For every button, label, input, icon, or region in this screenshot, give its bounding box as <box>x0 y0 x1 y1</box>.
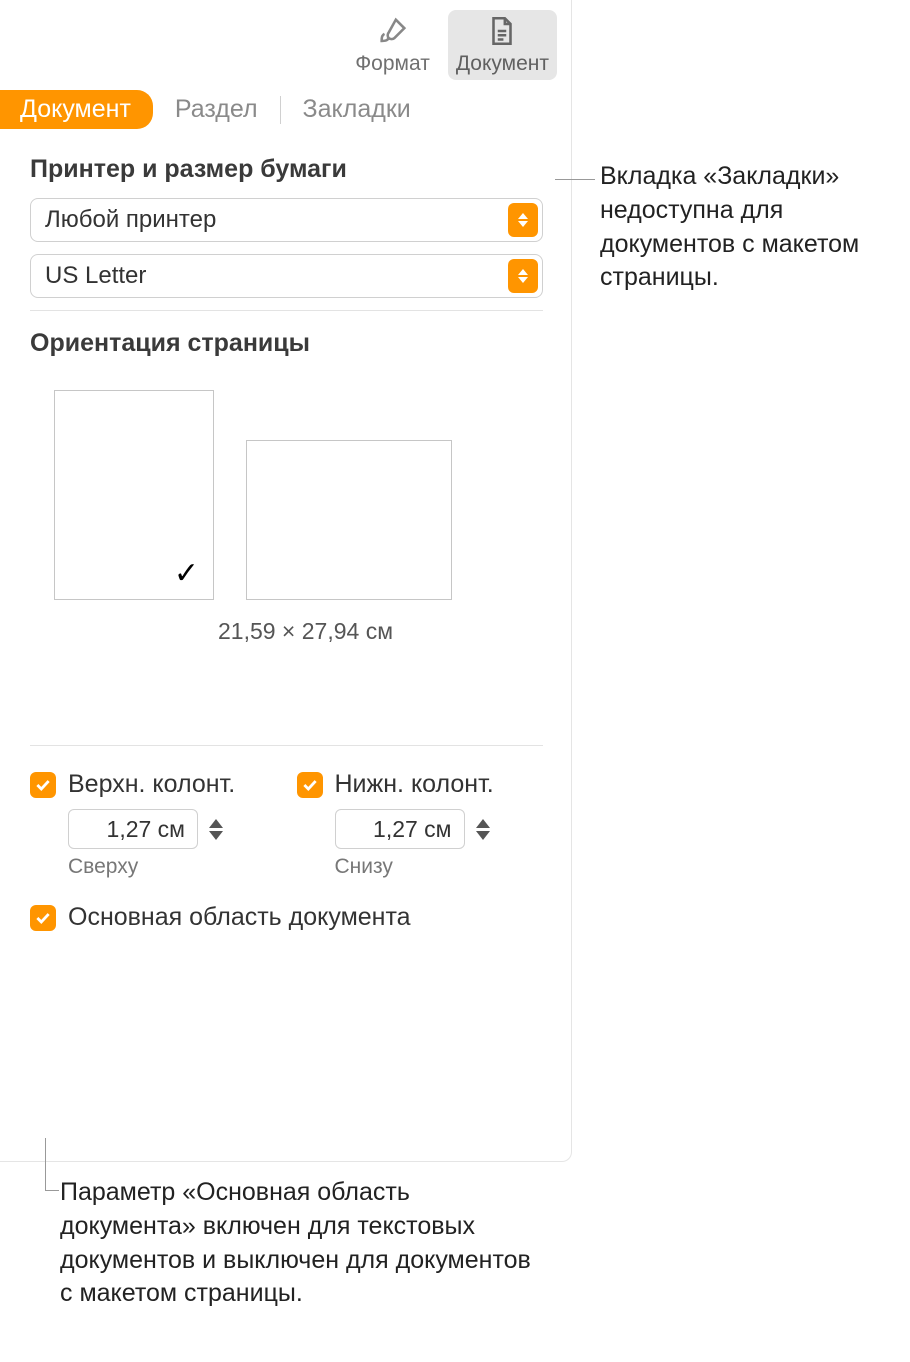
stepper-up-icon[interactable] <box>209 819 223 828</box>
callout-line <box>555 179 595 180</box>
body-checkbox[interactable] <box>30 905 56 931</box>
stepper-arrows <box>204 819 228 840</box>
footer-margin-stepper <box>335 809 505 849</box>
format-label: Формат <box>355 52 430 76</box>
orientation-options: ✓ <box>0 372 571 604</box>
document-label: Документ <box>456 52 549 76</box>
footer-checkbox[interactable] <box>297 772 323 798</box>
header-label: Верхн. колонт. <box>68 770 235 799</box>
header-checkbox-row: Верхн. колонт. <box>30 770 277 799</box>
page-dimensions: 21,59 × 27,94 см <box>0 618 571 645</box>
callout-body: Параметр «Основная область документа» вк… <box>60 1176 540 1311</box>
stepper-up-icon[interactable] <box>476 819 490 828</box>
tab-document[interactable]: Документ <box>0 90 153 129</box>
callout-line <box>45 1138 46 1190</box>
orientation-portrait[interactable]: ✓ <box>54 390 214 600</box>
divider <box>30 745 543 746</box>
header-column: Верхн. колонт. Сверху <box>30 770 277 879</box>
orientation-section: Ориентация страницы <box>0 311 571 358</box>
callout-line <box>45 1190 59 1191</box>
footer-checkbox-row: Нижн. колонт. <box>297 770 544 799</box>
check-icon <box>34 909 52 927</box>
footer-label: Нижн. колонт. <box>335 770 494 799</box>
header-footer-section: Верхн. колонт. Сверху Нижн. колонт. <box>0 770 571 879</box>
tab-section[interactable]: Раздел <box>153 90 280 129</box>
orientation-title: Ориентация страницы <box>30 329 543 358</box>
footer-sublabel: Снизу <box>335 855 544 879</box>
header-margin-input[interactable] <box>68 809 198 849</box>
document-body-section: Основная область документа <box>0 879 571 932</box>
callout-bookmarks: Вкладка «Закладки» недоступна для докуме… <box>600 160 900 295</box>
check-icon <box>301 776 319 794</box>
body-label: Основная область документа <box>68 903 411 932</box>
printer-paper-section: Принтер и размер бумаги Любой принтер US… <box>0 137 571 298</box>
header-sublabel: Сверху <box>68 855 277 879</box>
document-inspector-panel: Формат Документ Документ Раздел Закладки… <box>0 0 572 1162</box>
document-button[interactable]: Документ <box>448 10 557 80</box>
updown-icon <box>508 203 538 237</box>
document-icon <box>485 14 519 48</box>
printer-select[interactable]: Любой принтер <box>30 198 543 242</box>
stepper-down-icon[interactable] <box>476 831 490 840</box>
orientation-landscape[interactable] <box>246 440 452 600</box>
header-margin-stepper <box>68 809 238 849</box>
check-icon <box>34 776 52 794</box>
paper-size-select[interactable]: US Letter <box>30 254 543 298</box>
checkmark-icon: ✓ <box>174 556 199 591</box>
footer-column: Нижн. колонт. Снизу <box>297 770 544 879</box>
footer-margin-input[interactable] <box>335 809 465 849</box>
body-checkbox-row: Основная область документа <box>30 903 543 932</box>
stepper-arrows <box>471 819 495 840</box>
paper-value: US Letter <box>45 262 146 290</box>
paintbrush-icon <box>376 14 410 48</box>
header-checkbox[interactable] <box>30 772 56 798</box>
toolbar: Формат Документ <box>0 0 571 86</box>
stepper-down-icon[interactable] <box>209 831 223 840</box>
format-button[interactable]: Формат <box>347 10 438 80</box>
tab-bookmarks[interactable]: Закладки <box>281 90 433 129</box>
printer-section-title: Принтер и размер бумаги <box>30 155 543 184</box>
printer-value: Любой принтер <box>45 206 216 234</box>
updown-icon <box>508 259 538 293</box>
inspector-tabs: Документ Раздел Закладки <box>0 86 571 137</box>
